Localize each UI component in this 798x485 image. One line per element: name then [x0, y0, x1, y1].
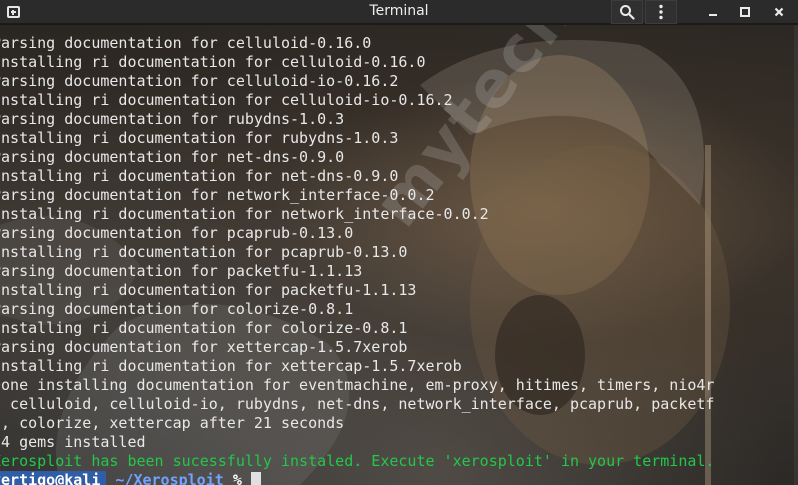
output-line: Installing ri documentation for xetterca… — [0, 357, 462, 375]
output-line: Done installing documentation for eventm… — [0, 376, 715, 394]
search-button[interactable] — [611, 0, 643, 24]
search-icon — [620, 5, 635, 20]
terminal-output: Parsing documentation for celluloid-0.16… — [0, 34, 714, 485]
menu-button[interactable] — [645, 0, 677, 24]
output-line: 14 gems installed — [0, 433, 146, 451]
minimize-button[interactable] — [697, 0, 729, 24]
kebab-menu-icon — [659, 4, 663, 20]
close-icon — [774, 7, 784, 17]
output-line: Parsing documentation for network_interf… — [0, 186, 435, 204]
output-line: Parsing documentation for xettercap-1.5.… — [0, 338, 408, 356]
maximize-button[interactable] — [729, 0, 761, 24]
output-line: Parsing documentation for packetfu-1.1.1… — [0, 262, 363, 280]
prompt-user-host: vertigo@kali — [0, 471, 107, 485]
maximize-icon — [740, 7, 750, 17]
output-line: Installing ri documentation for colorize… — [0, 319, 408, 337]
scrollbar[interactable] — [794, 25, 798, 485]
output-line: Installing ri documentation for net-dns-… — [0, 167, 399, 185]
output-line: Installing ri documentation for rubydns-… — [0, 129, 399, 147]
terminal-titlebar: Terminal — [0, 0, 798, 24]
close-button[interactable] — [763, 0, 795, 24]
output-line: Installing ri documentation for celluloi… — [0, 53, 426, 71]
prompt-symbol: % — [232, 471, 242, 485]
prompt-path: ~/Xerosploit — [115, 471, 224, 485]
output-line: Parsing documentation for colorize-0.8.1 — [0, 300, 354, 318]
window-title: Terminal — [369, 3, 429, 19]
output-line: Parsing documentation for pcaprub-0.13.0 — [0, 224, 354, 242]
output-line: Parsing documentation for rubydns-1.0.3 — [0, 110, 345, 128]
output-line: Parsing documentation for celluloid-0.16… — [0, 34, 372, 52]
success-message: Xerosploit has been sucessfully instaled… — [0, 452, 715, 470]
shell-prompt[interactable]: vertigo@kali ~/Xerosploit % — [0, 471, 714, 485]
text-cursor — [250, 472, 261, 485]
output-line: Installing ri documentation for celluloi… — [0, 91, 453, 109]
output-line: Parsing documentation for celluloid-io-0… — [0, 72, 399, 90]
output-line: Installing ri documentation for packetfu… — [0, 281, 417, 299]
output-line: Parsing documentation for net-dns-0.9.0 — [0, 148, 345, 166]
output-line: , celluloid, celluloid-io, rubydns, net-… — [0, 395, 715, 413]
output-line: u, colorize, xettercap after 21 seconds — [0, 414, 345, 432]
terminal-viewport[interactable]: mytechbay.net Parsing documentation for … — [0, 25, 798, 485]
output-line: Installing ri documentation for pcaprub-… — [0, 243, 408, 261]
output-line: Installing ri documentation for network_… — [0, 205, 489, 223]
minimize-icon — [709, 14, 717, 16]
